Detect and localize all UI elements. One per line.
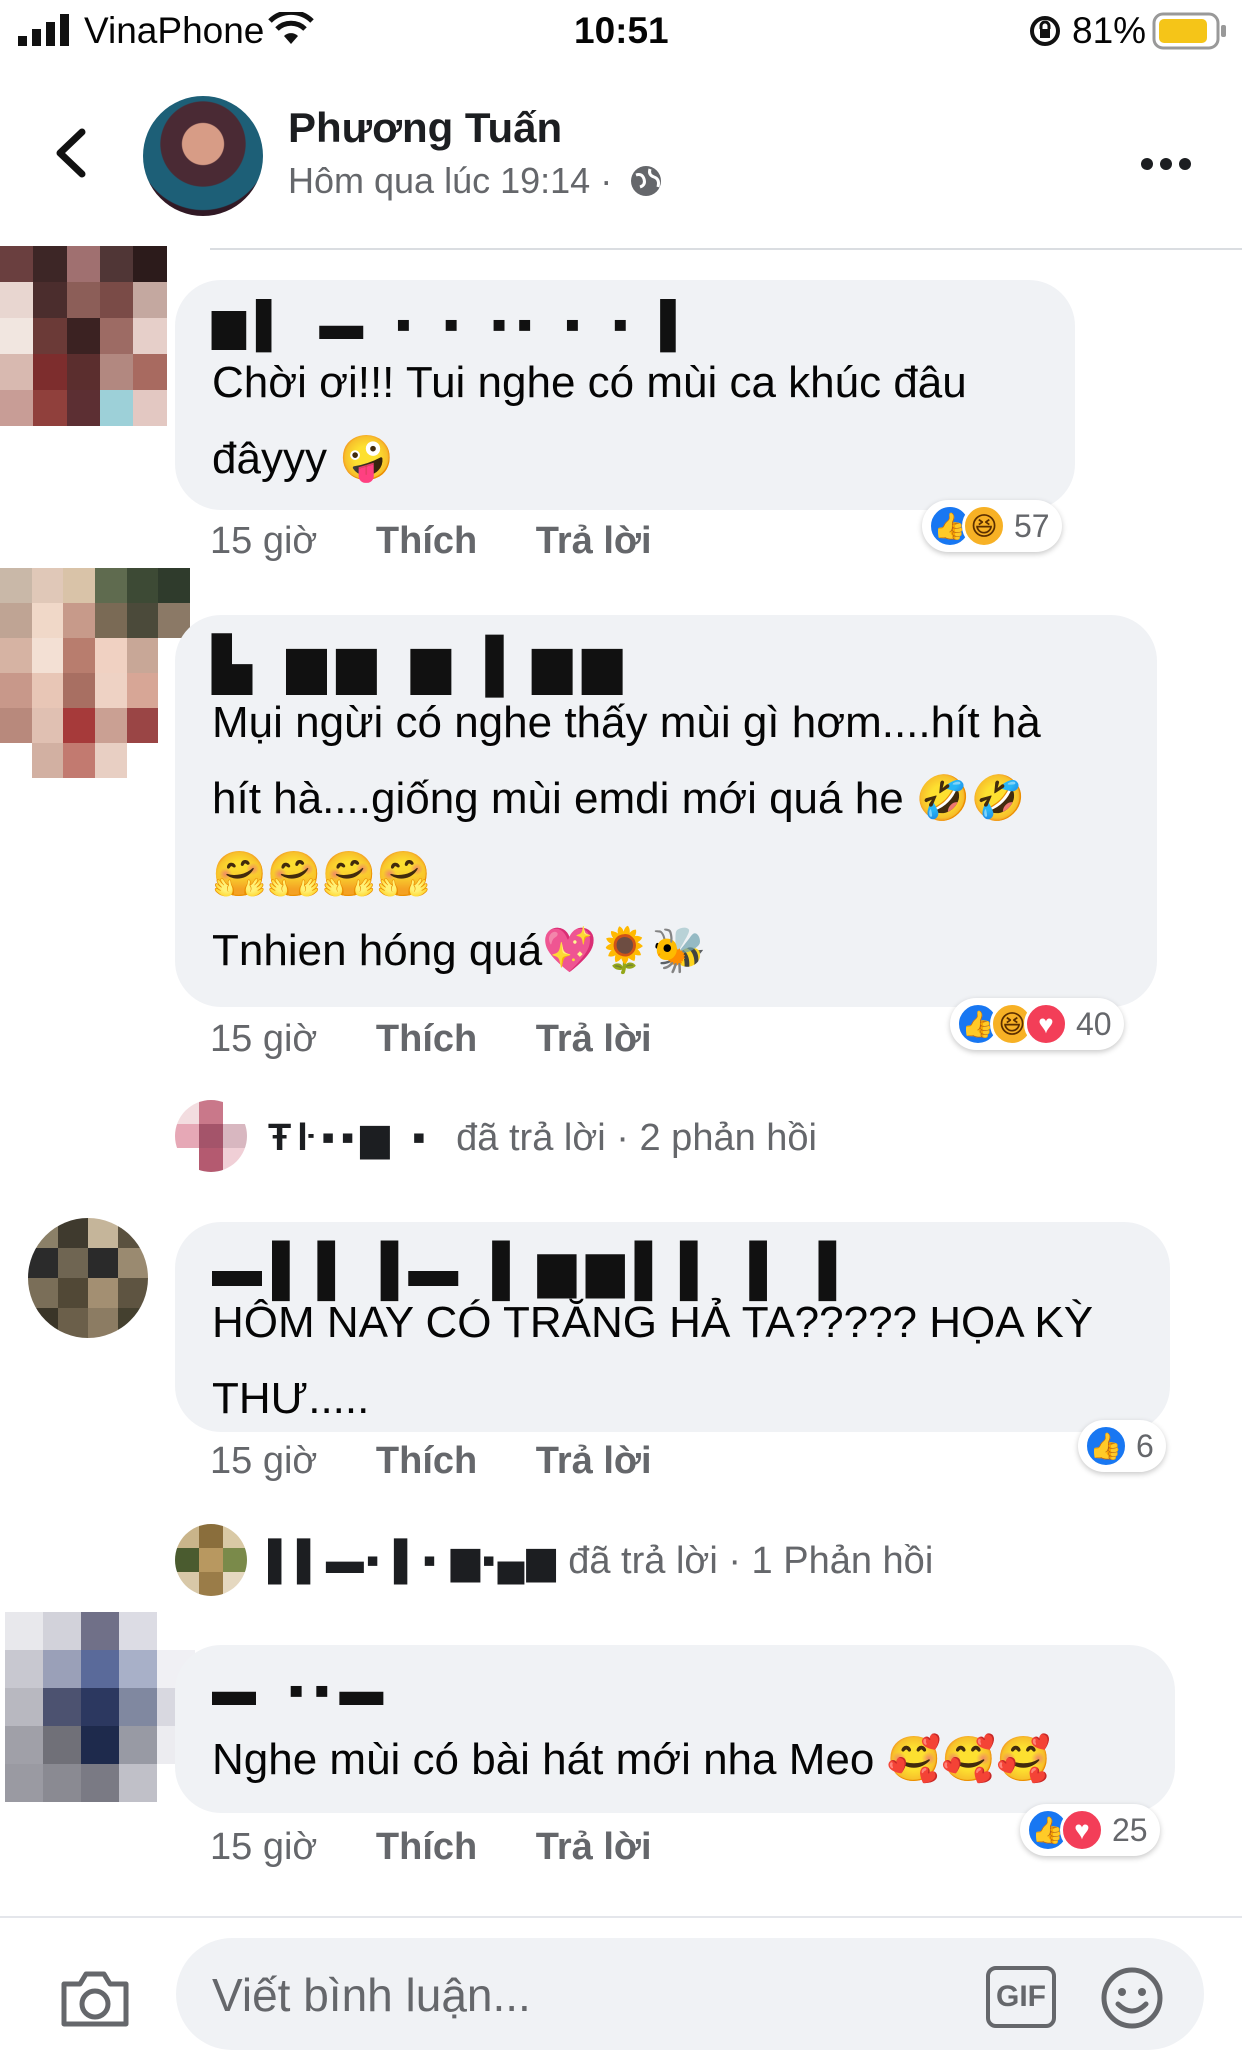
comment-actions: 15 giờ Thích Trả lời: [210, 1018, 652, 1061]
commenter-name-redacted[interactable]: ▙ ▆▆ ▆ ▌▆▆: [212, 639, 632, 691]
reply-count[interactable]: · 1 Phản hồi: [728, 1540, 933, 1582]
wifi-icon: [268, 12, 314, 44]
reaction-count: 6: [1136, 1427, 1154, 1464]
signal-icon: [18, 14, 69, 46]
reaction-summary[interactable]: 👍 😆 57: [922, 500, 1062, 552]
smiley-icon[interactable]: [1100, 1966, 1164, 2030]
comment-time: 15 giờ: [210, 1440, 318, 1482]
reply-button[interactable]: Trả lời: [536, 1018, 652, 1060]
post-timestamp: Hôm qua lúc 19:14 ·: [288, 160, 613, 201]
post-meta: Hôm qua lúc 19:14 ·: [288, 160, 664, 202]
composer-divider: [0, 1916, 1242, 1918]
reaction-summary[interactable]: 👍 ♥ 25: [1020, 1804, 1160, 1856]
like-button[interactable]: Thích: [376, 1826, 477, 1868]
reply-button[interactable]: Trả lời: [536, 520, 652, 562]
comment-text: HÔM NAY CÓ TRĂNG HẢ TA????? HỌA KỲ THƯ..…: [212, 1298, 1094, 1423]
reply-count[interactable]: · 2 phản hồi: [616, 1117, 817, 1159]
clock: 10:51: [574, 10, 669, 51]
commenter-name-redacted[interactable]: ▬ ▪▪▬: [212, 1666, 393, 1716]
like-button[interactable]: Thích: [376, 520, 477, 562]
reply-avatar[interactable]: [175, 1524, 247, 1596]
like-reaction-icon: 👍: [1084, 1424, 1128, 1468]
comment-text: Chời ơi!!! Tui nghe có mùi ca khúc đâu đ…: [212, 358, 967, 483]
rotation-lock-icon: [1030, 16, 1060, 46]
replies-summary[interactable]: Ŧŀ▪▪▆ ▪ đã trả lời · 2 phản hồi: [268, 1115, 817, 1160]
commenter-avatar[interactable]: [0, 246, 200, 426]
comment-time: 15 giờ: [210, 1826, 318, 1868]
comment-actions: 15 giờ Thích Trả lời: [210, 1826, 652, 1869]
commenter-name-redacted[interactable]: ▆▌ ▬ ▪ ▪ ▪▪ ▪ ▪ ▌: [212, 300, 701, 350]
header-divider: [210, 248, 1242, 250]
comment-input-placeholder[interactable]: Viết bình luận...: [212, 1968, 531, 2022]
replied-label: đã trả lời: [568, 1540, 718, 1582]
commenter-avatar[interactable]: [0, 568, 190, 778]
reaction-summary[interactable]: 👍 6: [1078, 1420, 1166, 1472]
reaction-summary[interactable]: 👍 😆 ♥ 40: [950, 998, 1124, 1050]
love-reaction-icon: ♥: [1024, 1002, 1068, 1046]
globe-icon: [631, 166, 662, 196]
status-bar: VinaPhone 10:51 81%: [0, 0, 1242, 62]
carrier-name: VinaPhone: [84, 10, 265, 51]
reply-avatar[interactable]: [175, 1100, 247, 1172]
reaction-count: 40: [1076, 1005, 1112, 1042]
love-reaction-icon: ♥: [1060, 1808, 1104, 1852]
like-button[interactable]: Thích: [376, 1018, 477, 1060]
reaction-count: 25: [1112, 1811, 1148, 1848]
reply-button[interactable]: Trả lời: [536, 1826, 652, 1868]
reaction-count: 57: [1014, 507, 1050, 544]
author-avatar[interactable]: [143, 96, 263, 216]
like-button[interactable]: Thích: [376, 1440, 477, 1482]
replies-summary[interactable]: ▌▌▬▪ ▌▪ ▆▪▄▆ đã trả lời · 1 Phản hồi: [268, 1538, 933, 1583]
comment-text: Nghe mùi có bài hát mới nha Meo 🥰🥰🥰: [212, 1735, 1051, 1784]
battery-icon: [1152, 12, 1226, 50]
more-dots-icon[interactable]: [1140, 150, 1192, 171]
comment-actions: 15 giờ Thích Trả lời: [210, 1440, 652, 1483]
haha-reaction-icon: 😆: [962, 504, 1006, 548]
comment-text: Mụi ngừi có nghe thấy mùi gì hơm....hít …: [212, 698, 1041, 975]
comment-time: 15 giờ: [210, 520, 318, 562]
comment-actions: 15 giờ Thích Trả lời: [210, 520, 652, 563]
post-author-name[interactable]: Phương Tuấn: [288, 104, 562, 152]
chevron-left-icon[interactable]: [50, 128, 90, 178]
gif-button[interactable]: GIF: [986, 1966, 1056, 2028]
comment-time: 15 giờ: [210, 1018, 318, 1060]
commenter-avatar[interactable]: [5, 1612, 195, 1802]
battery-percent: 81%: [1072, 10, 1147, 51]
replier-name-redacted[interactable]: ▌▌▬▪ ▌▪ ▆▪▄▆: [268, 1540, 558, 1582]
commenter-avatar[interactable]: [28, 1218, 148, 1338]
camera-icon[interactable]: [58, 1968, 132, 2030]
replied-label: đã trả lời: [456, 1117, 606, 1159]
reply-button[interactable]: Trả lời: [536, 1440, 652, 1482]
replier-name-redacted[interactable]: Ŧŀ▪▪▆ ▪: [268, 1117, 432, 1159]
